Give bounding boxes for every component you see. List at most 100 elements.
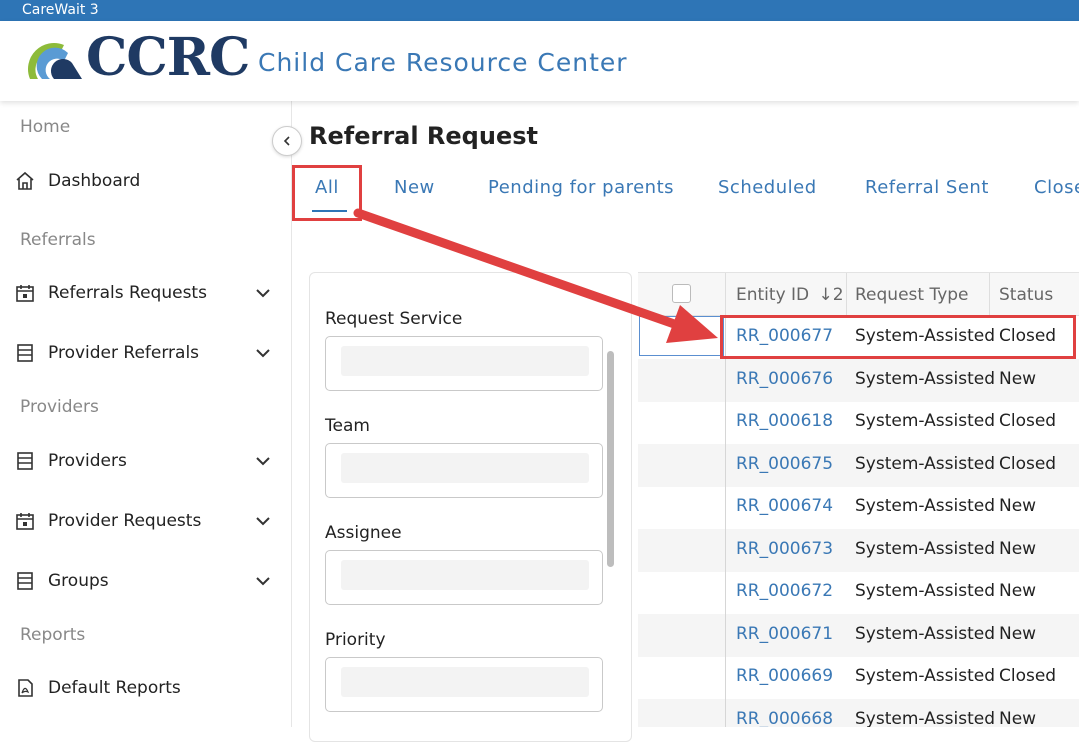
filter-label-request-service: Request Service <box>325 309 463 329</box>
sidebar-item-label: Provider Referrals <box>48 343 200 363</box>
request-type-cell: System-Assisted <box>855 709 995 727</box>
annotation-highlight-row <box>720 315 1076 359</box>
app-header: CCRC Child Care Resource Center <box>0 21 1079 101</box>
tab-close[interactable]: Close <box>1034 177 1079 198</box>
column-header-entity-id[interactable]: Entity ID ↓2 <box>736 285 844 305</box>
filter-label-priority: Priority <box>325 630 386 650</box>
entity-id-link[interactable]: RR_000671 <box>736 624 833 644</box>
sidebar-item-default-reports[interactable]: Default Reports <box>14 672 274 704</box>
sidebar-section-providers: Providers <box>20 397 99 417</box>
request-type-cell: System-Assisted <box>855 581 995 601</box>
filter-label-team: Team <box>325 416 370 436</box>
table-row[interactable]: RR_000672 System-Assisted New <box>638 571 1079 614</box>
priority-field[interactable] <box>325 657 603 712</box>
home-icon <box>14 170 36 192</box>
entity-id-link[interactable]: RR_000675 <box>736 454 833 474</box>
chevron-down-icon[interactable] <box>254 572 272 590</box>
entity-id-link[interactable]: RR_000669 <box>736 666 833 686</box>
entity-id-link[interactable]: RR_000618 <box>736 411 833 431</box>
status-cell: New <box>999 581 1037 601</box>
tab-new[interactable]: New <box>394 177 435 198</box>
window-title: CareWait 3 <box>22 2 99 18</box>
sort-desc-icon: ↓2 <box>818 285 844 305</box>
sidebar-section-reports: Reports <box>20 625 86 645</box>
table-row[interactable]: RR_000673 System-Assisted New <box>638 529 1079 572</box>
sidebar-item-referrals-requests[interactable]: Referrals Requests <box>14 277 274 309</box>
table-row[interactable]: RR_000675 System-Assisted Closed <box>638 444 1079 487</box>
sidebar-item-providers[interactable]: Providers <box>14 445 274 477</box>
sidebar-item-dashboard[interactable]: Dashboard <box>14 165 274 197</box>
calendar-icon <box>14 510 36 532</box>
request-type-cell: System-Assisted <box>855 624 995 644</box>
sidebar-item-label: Referrals Requests <box>48 283 207 303</box>
table-row[interactable]: RR_000676 System-Assisted New <box>638 359 1079 402</box>
status-tabs: All New Pending for parents Scheduled Re… <box>293 165 1079 215</box>
column-header-request-type[interactable]: Request Type <box>855 285 969 305</box>
status-cell: New <box>999 539 1037 559</box>
page-title: Referral Request <box>309 122 538 150</box>
ccrc-logo-icon <box>28 42 82 79</box>
request-type-cell: System-Assisted <box>855 666 995 686</box>
sidebar-section-home: Home <box>20 117 71 137</box>
sidebar-item-label: Default Reports <box>48 678 181 698</box>
sidebar-item-label: Provider Requests <box>48 511 202 531</box>
table-row[interactable]: RR_000671 System-Assisted New <box>638 614 1079 657</box>
list-icon <box>14 450 36 472</box>
assignee-field[interactable] <box>325 550 603 605</box>
chevron-left-icon <box>283 136 290 146</box>
calendar-icon <box>14 282 36 304</box>
table-row[interactable]: RR_000669 System-Assisted Closed <box>638 656 1079 699</box>
request-type-cell: System-Assisted <box>855 454 995 474</box>
table-row[interactable]: RR_000668 System-Assisted New <box>638 699 1079 727</box>
window-title-bar: CareWait 3 <box>0 0 1079 21</box>
status-cell: Closed <box>999 411 1057 431</box>
organization-name: Child Care Resource Center <box>258 48 628 77</box>
filter-label-assignee: Assignee <box>325 523 402 543</box>
request-type-cell: System-Assisted <box>855 539 995 559</box>
table-row[interactable]: RR_000618 System-Assisted Closed <box>638 401 1079 444</box>
chevron-down-icon[interactable] <box>254 452 272 470</box>
sidebar-item-groups[interactable]: Groups <box>14 565 274 597</box>
focused-cell[interactable] <box>639 316 724 356</box>
tab-referral-sent[interactable]: Referral Sent <box>865 177 989 198</box>
sidebar-item-label: Providers <box>48 451 127 471</box>
status-cell: New <box>999 624 1037 644</box>
status-cell: Closed <box>999 666 1057 686</box>
list-icon <box>14 570 36 592</box>
sidebar-collapse-button[interactable] <box>272 126 302 156</box>
tab-pending-for-parents[interactable]: Pending for parents <box>488 177 674 198</box>
request-type-cell: System-Assisted <box>855 496 995 516</box>
sidebar-item-label: Dashboard <box>48 171 141 191</box>
annotation-highlight-tab <box>292 165 362 221</box>
status-cell: New <box>999 709 1037 727</box>
chevron-down-icon[interactable] <box>254 344 272 362</box>
tab-scheduled[interactable]: Scheduled <box>718 177 817 198</box>
entity-id-link[interactable]: RR_000668 <box>736 709 833 727</box>
sidebar-item-label: Groups <box>48 571 109 591</box>
entity-id-link[interactable]: RR_000672 <box>736 581 833 601</box>
table-header: Entity ID ↓2 Request Type Status <box>638 272 1079 317</box>
chevron-down-icon[interactable] <box>254 284 272 302</box>
logo-wordmark: CCRC <box>86 27 250 88</box>
table-row[interactable]: RR_000674 System-Assisted New <box>638 486 1079 529</box>
sidebar: Home Dashboard Referrals Referrals Reque… <box>0 101 292 727</box>
request-service-field[interactable] <box>325 336 603 391</box>
sidebar-item-provider-referrals[interactable]: Provider Referrals <box>14 337 274 369</box>
entity-id-link[interactable]: RR_000676 <box>736 369 833 389</box>
column-header-status[interactable]: Status <box>999 285 1053 305</box>
sidebar-item-provider-requests[interactable]: Provider Requests <box>14 505 274 537</box>
sidebar-section-referrals: Referrals <box>20 230 96 250</box>
list-icon <box>14 342 36 364</box>
status-cell: New <box>999 496 1037 516</box>
request-type-cell: System-Assisted <box>855 411 995 431</box>
pdf-icon <box>14 677 36 699</box>
filter-scrollbar[interactable] <box>607 351 614 567</box>
status-cell: New <box>999 369 1037 389</box>
chevron-down-icon[interactable] <box>254 512 272 530</box>
entity-id-link[interactable]: RR_000674 <box>736 496 833 516</box>
filter-panel: Request Service Team Assignee Priority <box>309 272 632 742</box>
select-all-checkbox[interactable] <box>672 284 691 303</box>
team-field[interactable] <box>325 443 603 498</box>
entity-id-link[interactable]: RR_000673 <box>736 539 833 559</box>
request-type-cell: System-Assisted <box>855 369 995 389</box>
